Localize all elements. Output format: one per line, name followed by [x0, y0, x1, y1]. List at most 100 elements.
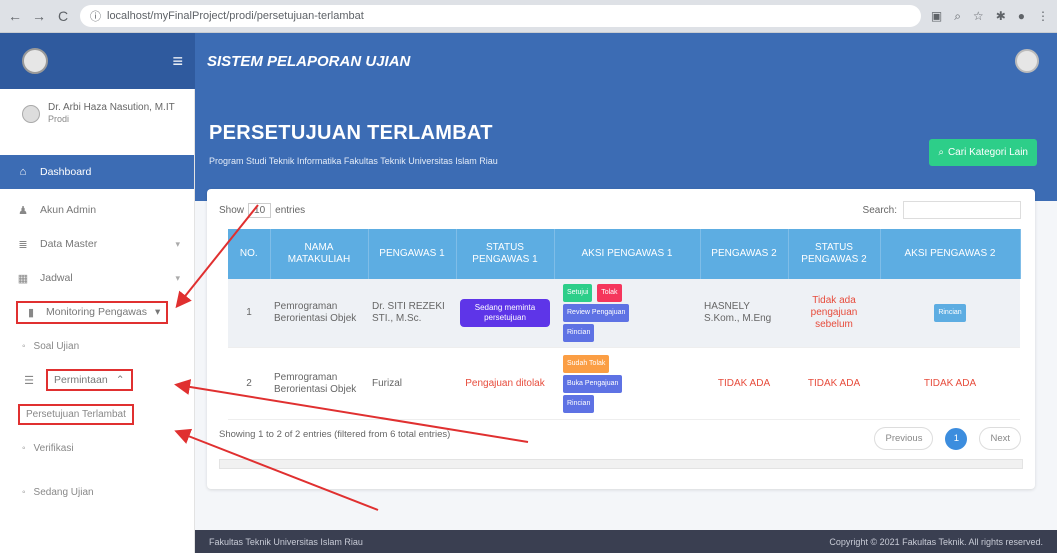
- cell-pengawas2: TIDAK ADA: [700, 347, 788, 420]
- cell-pengawas1: Dr. SITI REZEKI STI., M.Sc.: [368, 279, 456, 348]
- zoom-icon[interactable]: ⌕: [954, 9, 961, 24]
- search-icon: ⌕: [938, 147, 944, 158]
- sidebar-subitem-sedang-ujian[interactable]: ◦ Sedang Ujian: [0, 475, 194, 509]
- bullet-icon: ◦: [22, 442, 26, 454]
- sidebar-item-label: Dashboard: [40, 166, 92, 178]
- col-pengawas-2[interactable]: PENGAWAS 2: [700, 229, 789, 279]
- cell-matkul: Pemrograman Berorientasi Objek: [270, 279, 368, 348]
- col-pengawas-1[interactable]: PENGAWAS 1: [368, 229, 457, 279]
- rincian-button[interactable]: Rincian: [563, 324, 595, 342]
- pagination: Previous 1 Next: [874, 427, 1021, 450]
- entries-label: entries: [275, 205, 306, 216]
- sidebar-item-permintaan[interactable]: ☰ Permintaan ⌃: [0, 363, 194, 397]
- reload-button[interactable]: C: [56, 8, 70, 24]
- cell-status2: TIDAK ADA: [788, 347, 880, 420]
- footer-left: Fakultas Teknik Universitas Islam Riau: [209, 536, 363, 547]
- cell-pengawas2: HASNELY S.Kom., M.Eng: [700, 279, 788, 348]
- url-text[interactable]: localhost/myFinalProject/prodi/persetuju…: [107, 10, 364, 22]
- sidebar: Dr. Arbi Haza Nasution, M.IT Prodi ⌂ Das…: [0, 89, 195, 553]
- sidebar-item-jadwal[interactable]: ▦ Jadwal ▾: [0, 261, 194, 295]
- sidebar-subitem-persetujuan-terlambat[interactable]: Persetujuan Terlambat: [0, 397, 194, 431]
- user-role: Prodi: [48, 114, 70, 124]
- setujui-button[interactable]: Setujui: [563, 284, 593, 302]
- book-icon: ▮: [27, 306, 35, 319]
- info-icon[interactable]: ⓘ: [90, 8, 101, 24]
- bookmark-star-icon[interactable]: ☆: [973, 9, 984, 24]
- table-info: Showing 1 to 2 of 2 entries (filtered fr…: [219, 429, 451, 440]
- col-no[interactable]: NO.: [228, 229, 271, 279]
- main-content: PERSETUJUAN TERLAMBAT Program Studi Tekn…: [195, 89, 1057, 530]
- menu-dots-icon[interactable]: ⋮: [1037, 9, 1049, 24]
- sidebar-subitem-verifikasi[interactable]: ◦ Verifikasi: [0, 431, 194, 465]
- cell-no: 1: [228, 279, 270, 348]
- back-button[interactable]: ←: [8, 8, 22, 24]
- sidebar-item-label: Soal Ujian: [33, 340, 80, 352]
- length-control: Show 10 entries: [219, 203, 305, 218]
- col-status-pengawas-2[interactable]: STATUS PENGAWAS 2: [788, 229, 881, 279]
- page-title: PERSETUJUAN TERLAMBAT: [209, 122, 493, 144]
- browser-toolbar: ← → C ⓘ localhost/myFinalProject/prodi/p…: [0, 0, 1057, 33]
- table-row: 2 Pemrograman Berorientasi Objek Furizal…: [228, 347, 1020, 420]
- footer: Fakultas Teknik Universitas Islam Riau C…: [195, 530, 1057, 553]
- cell-pengawas1: Furizal: [368, 347, 456, 420]
- calendar-icon: ▦: [17, 272, 29, 285]
- search-label: Search:: [862, 204, 897, 216]
- cell-status1: Sedang meminta persetujuan: [456, 279, 554, 348]
- hamburger-menu-icon[interactable]: ≡: [172, 51, 183, 72]
- table-row: 1 Pemrograman Berorientasi Objek Dr. SIT…: [228, 279, 1020, 348]
- col-nama-matakuliah[interactable]: NAMA MATAKULIAH: [270, 229, 369, 279]
- highlight-box: Permintaan ⌃: [46, 369, 133, 391]
- user-name: Dr. Arbi Haza Nasution, M.IT: [48, 102, 175, 113]
- sidebar-item-label: Jadwal: [40, 272, 73, 284]
- cell-aksi2: TIDAK ADA: [880, 347, 1020, 420]
- review-pengajuan-button[interactable]: Review Pengajuan: [563, 304, 630, 322]
- cell-status2: Tidak ada pengajuan sebelum: [788, 279, 880, 348]
- puzzle-icon[interactable]: ✱: [996, 9, 1006, 24]
- status-badge: Sedang meminta persetujuan: [460, 299, 550, 327]
- sidebar-item-label: Monitoring Pengawas: [46, 306, 147, 318]
- cari-kategori-button[interactable]: ⌕ Cari Kategori Lain: [929, 139, 1037, 166]
- rincian-button[interactable]: Rincian: [563, 394, 595, 413]
- page-subtitle: Program Studi Teknik Informatika Fakulta…: [209, 156, 498, 166]
- cell-aksi1: Sudah Tolak Buka Pengajuan Rincian: [554, 347, 700, 420]
- sidebar-item-data-master[interactable]: ≣ Data Master ▾: [0, 227, 194, 261]
- user-avatar[interactable]: [1015, 49, 1039, 73]
- buka-pengajuan-button[interactable]: Buka Pengajuan: [563, 374, 623, 393]
- horizontal-scrollbar[interactable]: [219, 459, 1023, 469]
- tolak-button[interactable]: Tolak: [597, 284, 622, 302]
- database-icon: ≣: [18, 238, 28, 251]
- next-button[interactable]: Next: [979, 427, 1021, 450]
- sidebar-item-dashboard[interactable]: ⌂ Dashboard: [0, 155, 194, 189]
- sudah-tolak-badge[interactable]: Sudah Tolak: [563, 354, 610, 373]
- rincian-button[interactable]: Rincian: [934, 304, 966, 322]
- profile-icon[interactable]: ●: [1018, 9, 1025, 24]
- sidebar-item-label: Verifikasi: [33, 442, 74, 454]
- footer-copyright: Copyright © 2021 Fakultas Teknik. All ri…: [829, 536, 1043, 547]
- bullet-icon: ◦: [22, 340, 26, 352]
- forward-button[interactable]: →: [32, 8, 46, 24]
- chevron-down-icon: ▾: [175, 238, 180, 249]
- sidebar-item-monitoring-pengawas[interactable]: ▮ Monitoring Pengawas ▾: [0, 295, 194, 329]
- col-aksi-pengawas-1[interactable]: AKSI PENGAWAS 1: [554, 229, 701, 279]
- sidebar-item-akun-admin[interactable]: ♟ Akun Admin: [0, 193, 194, 227]
- table-header-row: NO. NAMA MATAKULIAH PENGAWAS 1 STATUS PE…: [228, 229, 1021, 279]
- chevron-down-icon: ▾: [175, 272, 180, 283]
- user-icon: ♟: [18, 204, 28, 217]
- page-1-button[interactable]: 1: [945, 427, 968, 450]
- entries-select[interactable]: 10: [248, 203, 272, 218]
- persetujuan-table: NO. NAMA MATAKULIAH PENGAWAS 1 STATUS PE…: [228, 229, 1021, 420]
- col-aksi-pengawas-2[interactable]: AKSI PENGAWAS 2: [880, 229, 1021, 279]
- cell-no: 2: [228, 347, 270, 420]
- brand-area: ≡: [0, 33, 195, 89]
- search-input[interactable]: [903, 201, 1021, 219]
- address-bar[interactable]: ⓘ localhost/myFinalProject/prodi/persetu…: [80, 5, 921, 27]
- cell-matkul: Pemrograman Berorientasi Objek: [270, 347, 368, 420]
- extension-icon[interactable]: ▣: [931, 9, 942, 24]
- sidebar-item-label: Data Master: [40, 238, 98, 250]
- user-panel: Dr. Arbi Haza Nasution, M.IT Prodi: [0, 89, 194, 151]
- sidebar-subitem-soal-ujian[interactable]: ◦ Soal Ujian: [0, 329, 194, 363]
- col-status-pengawas-1[interactable]: STATUS PENGAWAS 1: [456, 229, 555, 279]
- cell-status1: Pengajuan ditolak: [456, 347, 554, 420]
- previous-button[interactable]: Previous: [874, 427, 934, 450]
- chevron-up-icon: ⌃: [115, 374, 125, 386]
